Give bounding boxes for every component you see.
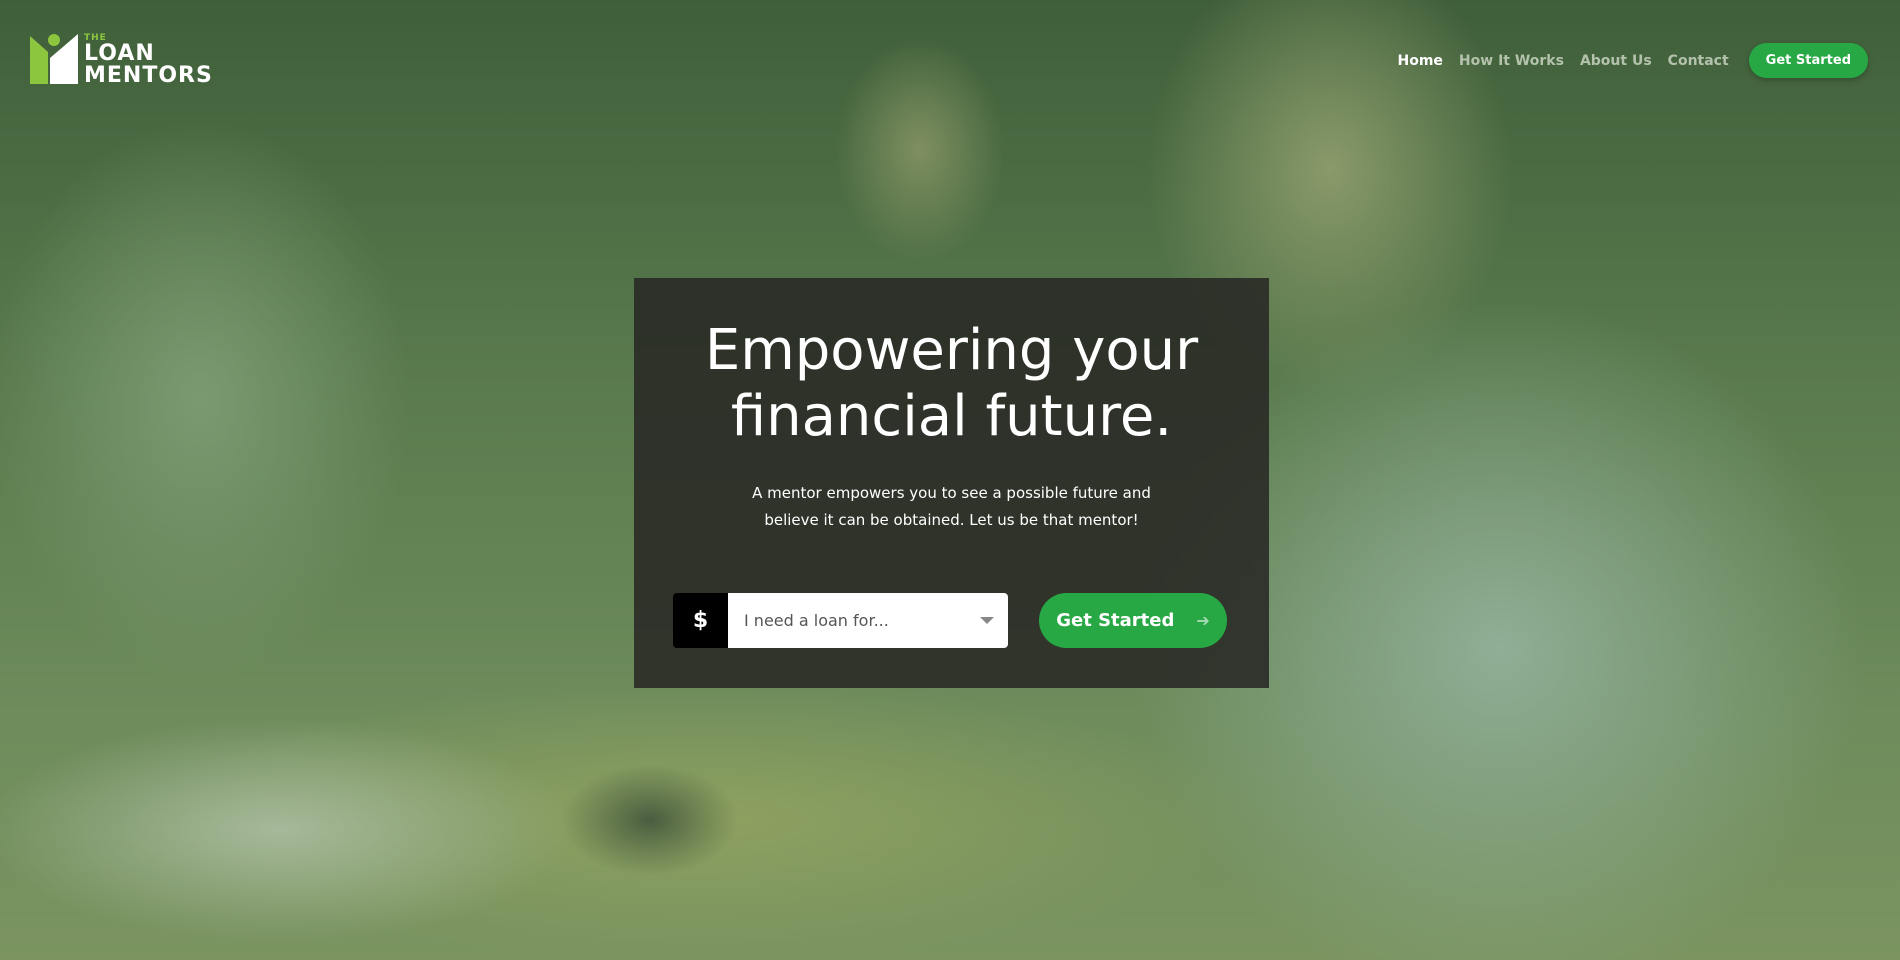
hero-panel: Empowering your financial future. A ment…: [634, 278, 1269, 688]
dollar-icon: $: [673, 593, 728, 648]
hero-subtitle: A mentor empowers you to see a possible …: [634, 480, 1269, 534]
logo-mark-icon: [30, 34, 78, 84]
logo[interactable]: THE LOAN MENTORS: [30, 34, 213, 87]
loan-purpose-select[interactable]: I need a loan for...: [728, 593, 1008, 648]
arrow-right-icon: ➔: [1196, 611, 1210, 630]
get-started-label: Get Started: [1056, 610, 1175, 631]
main-nav: Home How It Works About Us Contact Get S…: [1398, 43, 1868, 78]
caret-down-icon: [980, 617, 994, 624]
nav-home[interactable]: Home: [1398, 53, 1443, 69]
loan-purpose-placeholder: I need a loan for...: [744, 611, 889, 630]
loan-form: $ I need a loan for... Get Started ➔: [673, 593, 1227, 648]
hero-title-line2: financial future.: [730, 384, 1173, 449]
nav-get-started-button[interactable]: Get Started: [1748, 43, 1868, 78]
hero-subtitle-line2: believe it can be obtained. Let us be th…: [764, 511, 1139, 529]
nav-how-it-works[interactable]: How It Works: [1459, 53, 1564, 69]
nav-about-us[interactable]: About Us: [1580, 53, 1652, 69]
logo-mentors: MENTORS: [84, 63, 213, 88]
get-started-button[interactable]: Get Started ➔: [1039, 593, 1227, 648]
hero-title-line1: Empowering your: [704, 318, 1199, 383]
nav-contact[interactable]: Contact: [1668, 53, 1729, 69]
logo-loan: LOAN: [84, 41, 155, 66]
hero-title: Empowering your financial future.: [634, 318, 1269, 450]
hero-subtitle-line1: A mentor empowers you to see a possible …: [752, 484, 1151, 502]
